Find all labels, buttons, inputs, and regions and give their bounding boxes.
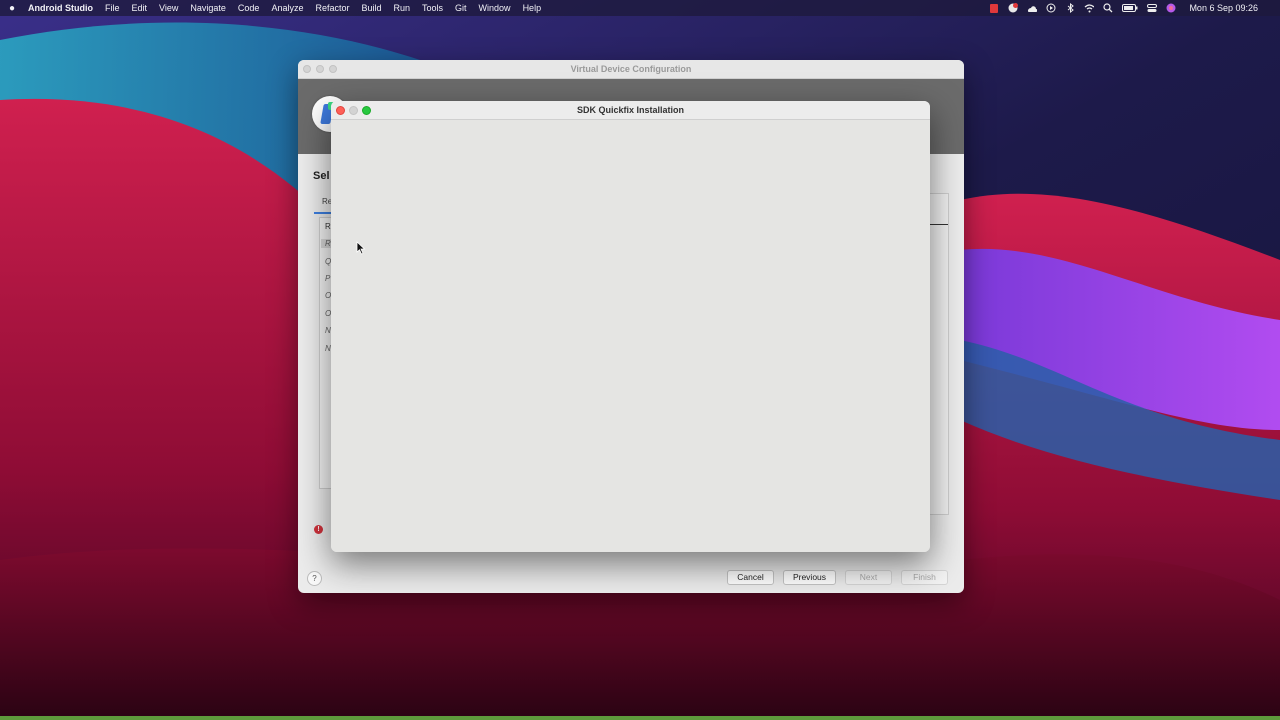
menu-build[interactable]: Build bbox=[361, 3, 381, 13]
table-header[interactable]: R bbox=[325, 222, 331, 231]
cloud-icon[interactable] bbox=[1027, 3, 1038, 13]
menu-code[interactable]: Code bbox=[238, 3, 260, 13]
next-button[interactable]: Next bbox=[845, 570, 892, 585]
previous-button[interactable]: Previous bbox=[783, 570, 836, 585]
finish-button[interactable]: Finish bbox=[901, 570, 948, 585]
table-row[interactable]: N bbox=[325, 326, 331, 335]
error-icon: ! bbox=[314, 525, 323, 534]
menu-edit[interactable]: Edit bbox=[132, 3, 148, 13]
menu-clock[interactable]: Mon 6 Sep 09:26 bbox=[1189, 3, 1258, 13]
vdc-page-heading: Sel bbox=[313, 170, 330, 182]
sdk-content-area bbox=[331, 120, 930, 552]
search-icon[interactable] bbox=[1103, 3, 1113, 13]
sdk-window-title: SDK Quickfix Installation bbox=[576, 105, 685, 115]
menu-navigate[interactable]: Navigate bbox=[190, 3, 226, 13]
bluetooth-icon[interactable] bbox=[1065, 3, 1075, 13]
menu-window[interactable]: Window bbox=[479, 3, 511, 13]
table-row[interactable]: N bbox=[325, 344, 331, 353]
menu-file[interactable]: File bbox=[105, 3, 120, 13]
menu-tools[interactable]: Tools bbox=[422, 3, 443, 13]
menu-view[interactable]: View bbox=[159, 3, 178, 13]
cancel-button[interactable]: Cancel bbox=[727, 570, 774, 585]
battery-icon[interactable] bbox=[1122, 3, 1138, 13]
notification-icon[interactable] bbox=[1008, 3, 1019, 13]
wifi-icon[interactable] bbox=[1084, 3, 1095, 13]
sdk-title-bar[interactable]: SDK Quickfix Installation bbox=[331, 101, 930, 120]
vdc-title-bar[interactable]: Virtual Device Configuration bbox=[298, 60, 964, 79]
menu-analyze[interactable]: Analyze bbox=[271, 3, 303, 13]
table-row[interactable]: P bbox=[325, 274, 330, 283]
status-area: Mon 6 Sep 09:26 bbox=[989, 0, 1258, 16]
mouse-cursor-icon bbox=[356, 241, 366, 255]
menu-refactor[interactable]: Refactor bbox=[315, 3, 349, 13]
record-icon[interactable] bbox=[989, 3, 999, 13]
menu-bar: ● Android Studio File Edit View Navigate… bbox=[0, 0, 1280, 16]
vdc-window-title: Virtual Device Configuration bbox=[570, 64, 692, 74]
help-button[interactable]: ? bbox=[307, 571, 322, 586]
menu-app-name[interactable]: Android Studio bbox=[28, 3, 93, 13]
play-circle-icon[interactable] bbox=[1046, 3, 1056, 13]
siri-icon[interactable] bbox=[1166, 3, 1176, 13]
apple-icon[interactable]: ● bbox=[6, 3, 18, 14]
sdk-quickfix-installation-window: SDK Quickfix Installation bbox=[331, 101, 930, 552]
details-panel bbox=[928, 193, 949, 515]
menu-help[interactable]: Help bbox=[523, 3, 542, 13]
details-divider bbox=[928, 224, 948, 225]
menu-run[interactable]: Run bbox=[394, 3, 411, 13]
menu-git[interactable]: Git bbox=[455, 3, 467, 13]
control-center-icon[interactable] bbox=[1147, 3, 1158, 13]
